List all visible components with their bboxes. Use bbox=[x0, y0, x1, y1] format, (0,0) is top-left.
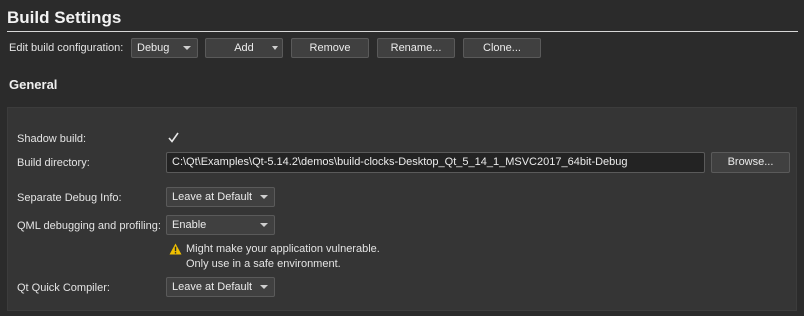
build-directory-field[interactable]: C:\Qt\Examples\Qt-5.14.2\demos\build-clo… bbox=[166, 152, 705, 173]
build-config-select[interactable]: Debug bbox=[131, 38, 198, 58]
clone-config-button[interactable]: Clone... bbox=[463, 38, 541, 58]
edit-build-config-label: Edit build configuration: bbox=[9, 42, 124, 54]
general-settings-panel bbox=[7, 107, 797, 311]
build-directory-label: Build directory: bbox=[17, 157, 90, 169]
build-config-value: Debug bbox=[137, 42, 170, 54]
add-config-label: Add bbox=[234, 42, 254, 54]
qt-quick-compiler-label: Qt Quick Compiler: bbox=[17, 282, 110, 294]
title-divider bbox=[7, 31, 798, 32]
add-config-button[interactable]: Add bbox=[205, 38, 283, 58]
chevron-down-icon bbox=[272, 46, 278, 50]
browse-button[interactable]: Browse... bbox=[711, 152, 790, 173]
warning-message-line1: Might make your application vulnerable. bbox=[186, 243, 380, 255]
qt-quick-compiler-value: Leave at Default bbox=[172, 281, 253, 293]
debug-info-label: Separate Debug Info: bbox=[17, 192, 122, 204]
qml-debugging-value: Enable bbox=[172, 219, 207, 231]
general-section-title: General bbox=[9, 77, 58, 92]
chevron-down-icon bbox=[260, 223, 268, 227]
checkmark-icon bbox=[168, 132, 179, 143]
debug-info-value: Leave at Default bbox=[172, 191, 253, 203]
shadow-build-label: Shadow build: bbox=[17, 133, 87, 145]
remove-config-button[interactable]: Remove bbox=[291, 38, 369, 58]
chevron-down-icon bbox=[183, 46, 191, 50]
chevron-down-icon bbox=[260, 195, 268, 199]
shadow-build-checkbox[interactable] bbox=[167, 131, 180, 144]
qml-debugging-label: QML debugging and profiling: bbox=[17, 220, 161, 232]
page-title: Build Settings bbox=[7, 8, 122, 27]
qml-debugging-select[interactable]: Enable bbox=[166, 215, 275, 235]
debug-info-select[interactable]: Leave at Default bbox=[166, 187, 275, 207]
qt-quick-compiler-select[interactable]: Leave at Default bbox=[166, 277, 275, 297]
rename-config-button[interactable]: Rename... bbox=[377, 38, 455, 58]
warning-message-line2: Only use in a safe environment. bbox=[186, 258, 341, 270]
chevron-down-icon bbox=[260, 285, 268, 289]
warning-icon bbox=[169, 243, 182, 255]
